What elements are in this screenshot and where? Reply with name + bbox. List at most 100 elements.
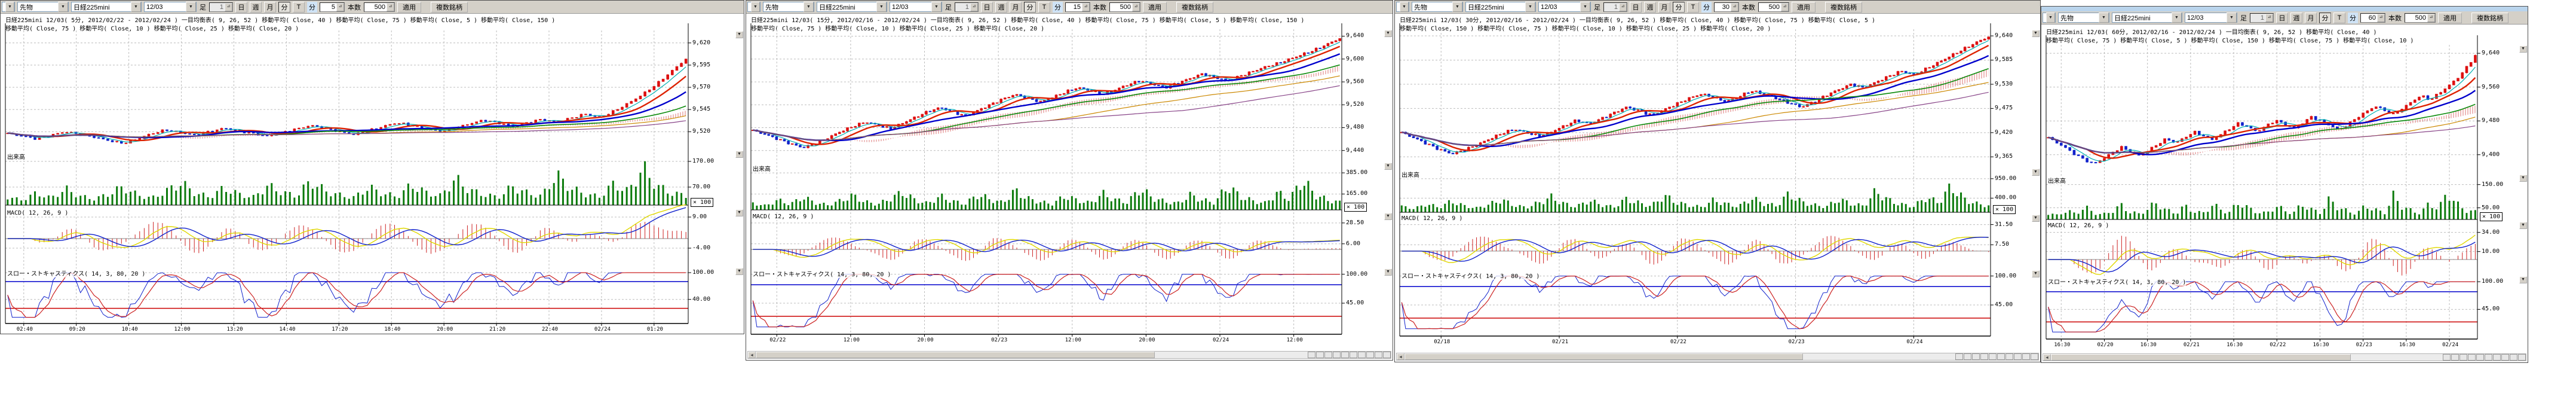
- section-dropdown-icon[interactable]: ▼: [2519, 276, 2527, 283]
- multi-symbol-button[interactable]: 複数銘柄: [2471, 13, 2508, 23]
- apply-button[interactable]: 適用: [1143, 2, 1167, 13]
- count-spinner[interactable]: 500⊿: [2405, 13, 2436, 23]
- spinner-icon[interactable]: ⊿: [2427, 14, 2435, 22]
- contract-combo[interactable]: 12/03▼: [1538, 2, 1591, 12]
- contract-combo[interactable]: 12/03▼: [890, 2, 942, 12]
- minute-spinner[interactable]: 30⊿: [1714, 2, 1739, 12]
- period-button-4[interactable]: T: [1038, 2, 1050, 13]
- spinner-icon[interactable]: ⊿: [1132, 3, 1140, 11]
- preset-combo[interactable]: ▼: [2, 2, 15, 12]
- scrollbar-cell[interactable]: [2518, 354, 2526, 361]
- scrollbar-cell[interactable]: [1350, 352, 1357, 358]
- section-dropdown-icon[interactable]: ▼: [2032, 270, 2040, 277]
- period-button-1[interactable]: 週: [1644, 2, 1656, 13]
- spinner-icon[interactable]: ⊿: [387, 3, 394, 11]
- scrollbar-cell[interactable]: [1366, 352, 1374, 358]
- scrollbar-track[interactable]: [1155, 352, 1307, 358]
- contract-combo[interactable]: 12/03▼: [144, 2, 197, 12]
- section-dropdown-icon[interactable]: ▼: [2032, 215, 2040, 222]
- preset-combo[interactable]: ▼: [747, 2, 760, 12]
- period-button-2[interactable]: 月: [2305, 13, 2317, 23]
- spinner-icon[interactable]: ⊿: [2377, 14, 2385, 22]
- spinner-icon[interactable]: ⊿: [225, 3, 232, 11]
- period-button-1[interactable]: 週: [2290, 13, 2302, 23]
- count-spinner[interactable]: 500⊿: [1758, 2, 1789, 12]
- apply-button[interactable]: 適用: [397, 2, 421, 13]
- instrument-type-combo[interactable]: 先物▼: [2058, 13, 2109, 23]
- scrollbar-cell[interactable]: [1997, 353, 2005, 360]
- period-button-4[interactable]: T: [2333, 13, 2345, 23]
- scrollbar-track[interactable]: [1803, 353, 1955, 360]
- scrollbar-cell[interactable]: [2460, 354, 2467, 361]
- instrument-combo[interactable]: 日経225mini▼: [2112, 13, 2182, 23]
- period-button-3[interactable]: 分: [278, 2, 290, 13]
- scrollbar-cells[interactable]: [2442, 354, 2526, 361]
- section-dropdown-icon[interactable]: ▼: [1384, 268, 1392, 276]
- preset-combo[interactable]: ▼: [2043, 13, 2056, 23]
- period-button-3[interactable]: 分: [2319, 13, 2331, 23]
- section-dropdown-icon[interactable]: ▼: [2519, 175, 2527, 182]
- period-button-0[interactable]: 日: [981, 2, 993, 13]
- spinner-icon[interactable]: ⊿: [1731, 3, 1738, 11]
- period-button-1[interactable]: 週: [995, 2, 1007, 13]
- scrollbar-cell[interactable]: [1955, 353, 1963, 360]
- section-dropdown-icon[interactable]: ▼: [1384, 213, 1392, 220]
- spinner-icon[interactable]: ⊿: [336, 3, 344, 11]
- section-dropdown-icon[interactable]: ▼: [2032, 30, 2040, 37]
- spinner-icon[interactable]: ⊿: [1781, 3, 1789, 11]
- period-button-4[interactable]: T: [1687, 2, 1699, 13]
- period-button-2[interactable]: 月: [264, 2, 276, 13]
- scrollbar-cell[interactable]: [1358, 352, 1366, 358]
- period-button-4[interactable]: T: [293, 2, 305, 13]
- period-button-2[interactable]: 月: [1658, 2, 1670, 13]
- section-dropdown-icon[interactable]: ▼: [1384, 30, 1392, 37]
- instrument-type-combo[interactable]: 先物▼: [17, 2, 69, 12]
- scrollbar-thumb[interactable]: [756, 352, 1155, 358]
- horizontal-scrollbar[interactable]: ◄: [1396, 353, 2039, 361]
- scrollbar-cell[interactable]: [1324, 352, 1332, 358]
- instrument-type-combo[interactable]: 先物▼: [1412, 2, 1463, 12]
- scrollbar-cell[interactable]: [1333, 352, 1341, 358]
- scrollbar-cell[interactable]: [2005, 353, 2013, 360]
- scrollbar-cell[interactable]: [2501, 354, 2509, 361]
- minute-spinner[interactable]: 60⊿: [2360, 13, 2385, 23]
- bar-interval-spinner[interactable]: 1⊿: [2250, 13, 2274, 23]
- multi-symbol-button[interactable]: 複数銘柄: [1176, 2, 1213, 13]
- scrollbar-cell[interactable]: [2468, 354, 2476, 361]
- scrollbar-cell[interactable]: [1989, 353, 1997, 360]
- scrollbar-cell[interactable]: [2451, 354, 2459, 361]
- contract-combo[interactable]: 12/03▼: [2185, 13, 2237, 23]
- scrollbar-cell[interactable]: [1383, 352, 1391, 358]
- scrollbar-thumb[interactable]: [2051, 354, 2351, 361]
- bar-interval-spinner[interactable]: 1⊿: [1603, 2, 1627, 12]
- period-button-0[interactable]: 日: [1630, 2, 1642, 13]
- section-dropdown-icon[interactable]: ▼: [735, 268, 743, 275]
- minute-spinner[interactable]: 15⊿: [1065, 2, 1090, 12]
- scrollbar-cell[interactable]: [2493, 354, 2501, 361]
- scrollbar-cell[interactable]: [1341, 352, 1349, 358]
- spinner-icon[interactable]: ⊿: [2265, 14, 2273, 22]
- section-dropdown-icon[interactable]: ▼: [2519, 45, 2527, 53]
- scrollbar-cell[interactable]: [1980, 353, 1988, 360]
- scrollbar-cell[interactable]: [2443, 354, 2451, 361]
- scroll-left-icon[interactable]: ◄: [748, 352, 756, 358]
- bar-interval-spinner[interactable]: 1⊿: [955, 2, 979, 12]
- scrollbar-cell[interactable]: [1375, 352, 1382, 358]
- scrollbar-cell[interactable]: [2485, 354, 2492, 361]
- section-dropdown-icon[interactable]: ▼: [735, 209, 743, 216]
- scrollbar-cell[interactable]: [2014, 353, 2022, 360]
- scrollbar-cell[interactable]: [2476, 354, 2484, 361]
- scrollbar-cell[interactable]: [1972, 353, 1980, 360]
- spinner-icon[interactable]: ⊿: [1082, 3, 1090, 11]
- count-spinner[interactable]: 500⊿: [364, 2, 395, 12]
- apply-button[interactable]: 適用: [2438, 13, 2462, 23]
- spinner-icon[interactable]: ⊿: [1619, 3, 1627, 11]
- scroll-left-icon[interactable]: ◄: [1397, 353, 1404, 360]
- multi-symbol-button[interactable]: 複数銘柄: [431, 2, 468, 13]
- instrument-combo[interactable]: 日経225mini▼: [817, 2, 887, 12]
- count-spinner[interactable]: 500⊿: [1109, 2, 1140, 12]
- scrollbar-cell[interactable]: [1316, 352, 1324, 358]
- instrument-type-combo[interactable]: 先物▼: [763, 2, 814, 12]
- scrollbar-cell[interactable]: [2031, 353, 2038, 360]
- period-button-0[interactable]: 日: [235, 2, 247, 13]
